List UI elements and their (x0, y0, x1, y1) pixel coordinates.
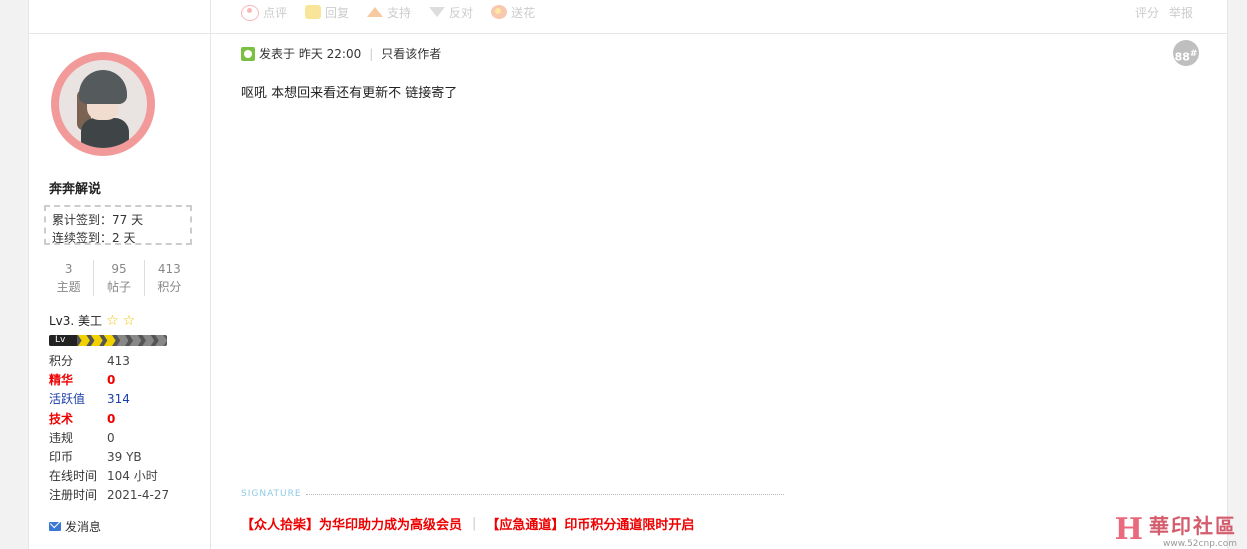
chevron-icon (116, 335, 129, 346)
star-icon: ☆ (106, 312, 119, 329)
chevron-icon (129, 335, 142, 346)
checkin-box: 累计签到：77 天 连续签到：2 天 (44, 205, 192, 245)
thumbs-down-arrow-icon (429, 7, 446, 17)
star-icon: ☆ (122, 312, 136, 329)
post-time: 发表于 昨天 22:00 (259, 47, 362, 61)
site-watermark: H 華印社區 www.52cnp.com (1115, 510, 1237, 549)
info-row: 注册时间 2021-4-27 (49, 488, 170, 503)
post-meta: 发表于 昨天 22:00 | 只看该作者 (241, 45, 441, 62)
info-row: 违规 0 (49, 430, 115, 445)
chevron-icon (78, 335, 90, 346)
info-row: 在线时间 104 小时 (49, 469, 158, 484)
chevron-icon (142, 335, 155, 346)
eye-icon (241, 5, 259, 21)
watermark-title: 華印社區 (1149, 514, 1237, 538)
user-level: Lv3. 美工 ☆ ☆ (49, 312, 135, 329)
flower-icon (491, 5, 508, 19)
stat-threads[interactable]: 3 主题 (44, 260, 95, 296)
info-row: 活跃值 314 (49, 392, 130, 407)
author-sidebar: 奔奔解说 累计签到：77 天 连续签到：2 天 3 主题 95 帖子 413 积分 L… (29, 0, 211, 549)
info-row: 技术 0 (49, 411, 116, 426)
checkin-total: 累计签到：77 天 (52, 213, 144, 227)
stat-points[interactable]: 413 积分 (145, 260, 194, 296)
mail-icon (49, 522, 61, 531)
thumbs-up-arrow-icon (367, 7, 384, 17)
user-info-list: 积分 413 精华 0 活跃值 314 技术 0 违规 0 印币 39 YB 在线时间 104… (49, 352, 169, 506)
floor-number[interactable]: 88# (1173, 40, 1199, 66)
watermark-url: www.52cnp.com (1162, 539, 1237, 549)
user-stats: 3 主题 95 帖子 413 积分 (44, 260, 194, 296)
signature-links: 【众人拾柴】为华印助力成为高级会员 | 【应急通道】印币积分通道限时开启 (241, 514, 695, 533)
support-button[interactable]: 支持 (367, 3, 411, 21)
comment-button[interactable]: 点评 (241, 3, 287, 21)
stat-posts[interactable]: 95 帖子 (94, 260, 145, 296)
report-link[interactable]: 举报 (1169, 4, 1193, 21)
send-message-button[interactable]: 发消息 (49, 518, 101, 535)
avatar[interactable] (51, 52, 155, 156)
prev-post-actions: 点评 回复 支持 反对 送花 评分 举报 (211, 0, 1227, 34)
info-row: 积分 413 (49, 354, 130, 368)
send-flower-button[interactable]: 送花 (491, 3, 535, 21)
post-container: 奔奔解说 累计签到：77 天 连续签到：2 天 3 主题 95 帖子 413 积分 L… (28, 0, 1228, 549)
chevron-icon (155, 335, 167, 346)
signature-link-1[interactable]: 【众人拾柴】为华印助力成为高级会员 (241, 514, 462, 533)
avatar-image (59, 60, 147, 148)
chevron-icon (103, 335, 116, 346)
only-author-link[interactable]: 只看该作者 (381, 45, 441, 62)
signature-link-2[interactable]: 【应急通道】印币积分通道限时开启 (486, 514, 694, 533)
post-content: 呕吼 本想回来看还有更新不 链接寄了 (241, 86, 458, 101)
level-progress-bar: Lv 3 (49, 335, 167, 346)
oppose-button[interactable]: 反对 (429, 3, 473, 21)
level-label[interactable]: Lv3. 美工 (49, 312, 102, 329)
info-row: 印币 39 YB (49, 449, 142, 464)
chevron-icon (90, 335, 103, 346)
logo-icon: H (1114, 512, 1143, 547)
reply-button[interactable]: 回复 (305, 3, 349, 21)
level-badge: Lv 3 (49, 335, 78, 346)
username[interactable]: 奔奔解说 (49, 178, 101, 197)
signature-label: SIGNATURE (241, 489, 784, 499)
speech-bubble-icon (305, 5, 322, 19)
sidebar-top-cell (29, 0, 210, 34)
online-status-icon (241, 46, 255, 61)
rate-link[interactable]: 评分 (1135, 4, 1159, 21)
checkin-streak: 连续签到：2 天 (52, 231, 136, 245)
info-row: 精华 0 (49, 373, 116, 388)
